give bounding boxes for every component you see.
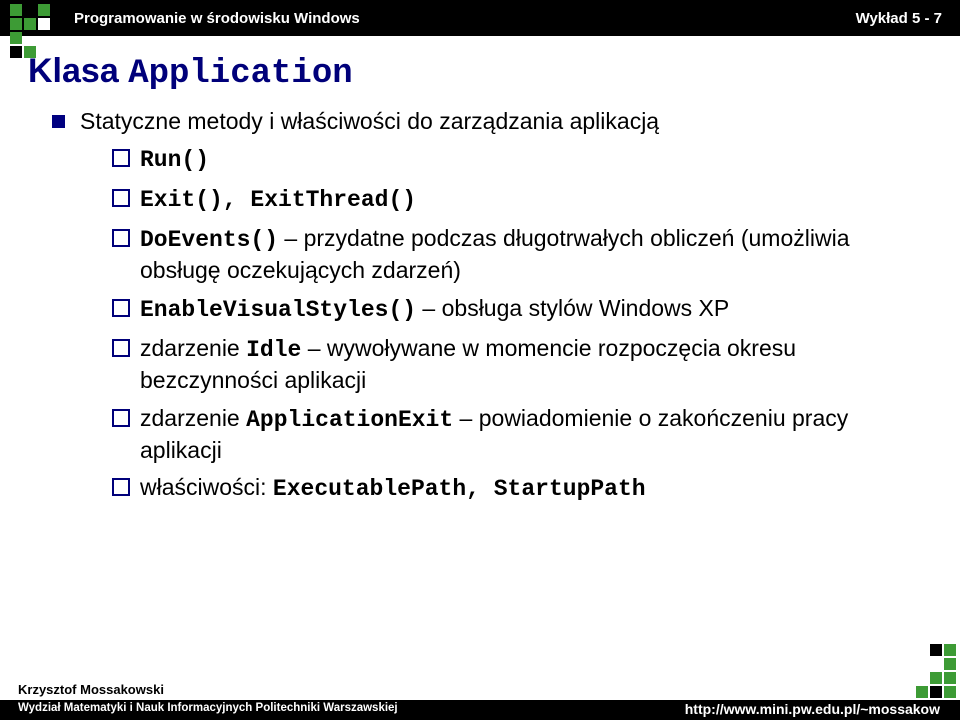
inner-list: Run() Exit(), ExitThread() DoEvents() – … [112,144,932,505]
slide-content: Klasa Application Statyczne metody i wła… [28,48,932,515]
lecture-number: Wykład 5 - 7 [856,10,942,27]
logo-top [10,4,68,62]
header-bar: Programowanie w środowisku Windows Wykła… [0,0,960,36]
code-text: EnableVisualStyles() [140,297,416,323]
footer-url: http://www.mini.pw.edu.pl/~mossakow [685,701,940,717]
author-name: Krzysztof Mossakowski [18,683,164,698]
code-text: Run() [140,147,209,173]
plain-text: zdarzenie [140,335,246,361]
bullet-text: Statyczne metody i właściwości do zarząd… [80,108,659,134]
list-item: DoEvents() – przydatne podczas długotrwa… [112,224,932,286]
footer: Krzysztof Mossakowski http://www.mini.pw… [0,674,960,720]
list-item: właściwości: ExecutablePath, StartupPath [112,473,932,505]
code-text: DoEvents() [140,227,278,253]
list-item: Exit(), ExitThread() [112,184,932,216]
department: Wydział Matematyki i Nauk Informacyjnych… [18,702,398,715]
course-title: Programowanie w środowisku Windows [74,10,360,27]
code-text: Idle [246,337,301,363]
heading-mono: Application [128,55,352,93]
list-item: zdarzenie ApplicationExit – powiadomieni… [112,404,932,466]
plain-text: właściwości: [140,474,273,500]
logo-bottom [900,642,956,698]
code-text: Exit(), ExitThread() [140,187,416,213]
list-item: EnableVisualStyles() – obsługa stylów Wi… [112,294,932,326]
list-item: Statyczne metody i właściwości do zarząd… [52,107,932,505]
list-item: zdarzenie Idle – wywoływane w momencie r… [112,334,932,396]
page-title: Klasa Application [28,52,932,93]
code-text: ExecutablePath, StartupPath [273,476,646,502]
plain-text: zdarzenie [140,405,246,431]
code-text: ApplicationExit [246,407,453,433]
list-item: Run() [112,144,932,176]
outer-list: Statyczne metody i właściwości do zarząd… [52,107,932,505]
plain-text: – obsługa stylów Windows XP [416,295,729,321]
